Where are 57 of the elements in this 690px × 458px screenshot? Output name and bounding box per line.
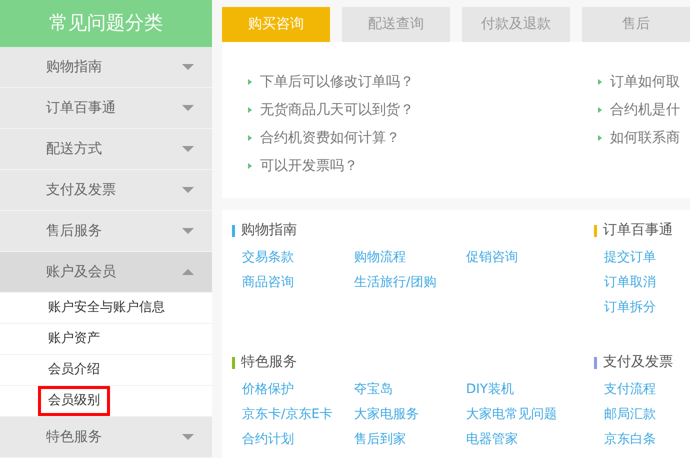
faq-link[interactable]: 订单如何取 (610, 68, 680, 96)
help-link[interactable]: 大家电常见问题 (466, 402, 578, 427)
help-link[interactable]: 商品咨询 (242, 270, 354, 295)
help-link[interactable]: 电器管家 (466, 427, 578, 452)
sidebar-item[interactable]: 配送方式 (0, 129, 212, 170)
tab[interactable]: 付款及退款 (462, 7, 570, 42)
bullet-icon (598, 135, 602, 141)
sidebar-item[interactable]: 订单百事通 (0, 88, 212, 129)
expand-caret-icon (182, 228, 194, 234)
help-link[interactable]: 合约计划 (242, 427, 354, 452)
help-link[interactable]: DIY装机 (466, 377, 578, 402)
section-heading: 购物指南 (241, 221, 297, 240)
sidebar-title: 常见问题分类 (0, 0, 212, 47)
tab[interactable]: 售后 (582, 7, 690, 42)
faq-link[interactable]: 合约机资费如何计算？ (260, 124, 400, 152)
sidebar-subitem[interactable]: 会员级别 (38, 386, 110, 416)
expand-caret-icon (182, 187, 194, 193)
bullet-icon (598, 79, 602, 85)
help-link[interactable]: 购物流程 (354, 245, 466, 270)
sidebar-item[interactable]: 售后服务 (0, 211, 212, 252)
help-link[interactable]: 京东白条 (604, 427, 673, 452)
help-link[interactable]: 订单取消 (604, 270, 673, 295)
faq-link[interactable]: 下单后可以修改订单吗？ (260, 68, 414, 96)
section-heading: 特色服务 (241, 353, 297, 372)
help-link[interactable]: 生活旅行/团购 (354, 270, 466, 295)
help-link[interactable]: 夺宝岛 (354, 377, 466, 402)
faq-link[interactable]: 如何联系商 (610, 124, 680, 152)
help-link[interactable]: 促销咨询 (466, 245, 578, 270)
sidebar-item[interactable]: 特色服务 (0, 417, 212, 458)
bullet-icon (248, 107, 252, 113)
faq-link[interactable]: 无货商品几天可以到货？ (260, 96, 414, 124)
sidebar-item[interactable]: 支付及发票 (0, 170, 212, 211)
help-link[interactable]: 京东卡/京东E卡 (242, 402, 354, 427)
help-link[interactable]: 价格保护 (242, 377, 354, 402)
expand-caret-icon (182, 146, 194, 152)
bullet-icon (598, 107, 602, 113)
faq-link[interactable]: 可以开发票吗？ (260, 152, 358, 180)
bullet-icon (248, 79, 252, 85)
help-link[interactable]: 订单拆分 (604, 295, 673, 320)
bullet-icon (248, 135, 252, 141)
expand-caret-icon (182, 105, 194, 111)
help-link[interactable]: 交易条款 (242, 245, 354, 270)
help-link[interactable]: 提交订单 (604, 245, 673, 270)
help-link[interactable]: 售后到家 (354, 427, 466, 452)
sidebar-item[interactable]: 购物指南 (0, 47, 212, 88)
help-link[interactable]: 支付流程 (604, 377, 673, 402)
tab[interactable]: 配送查询 (342, 7, 450, 42)
help-link[interactable]: 大家电服务 (354, 402, 466, 427)
help-link[interactable]: 邮局汇款 (604, 402, 673, 427)
sidebar-item[interactable]: 账户及会员 (0, 252, 212, 293)
faq-link[interactable]: 合约机是什 (610, 96, 680, 124)
section-heading: 订单百事通 (603, 221, 673, 240)
section-heading: 支付及发票 (603, 353, 673, 372)
expand-caret-icon (182, 434, 194, 440)
collapse-caret-icon (182, 269, 194, 275)
expand-caret-icon (182, 64, 194, 70)
bullet-icon (248, 163, 252, 169)
